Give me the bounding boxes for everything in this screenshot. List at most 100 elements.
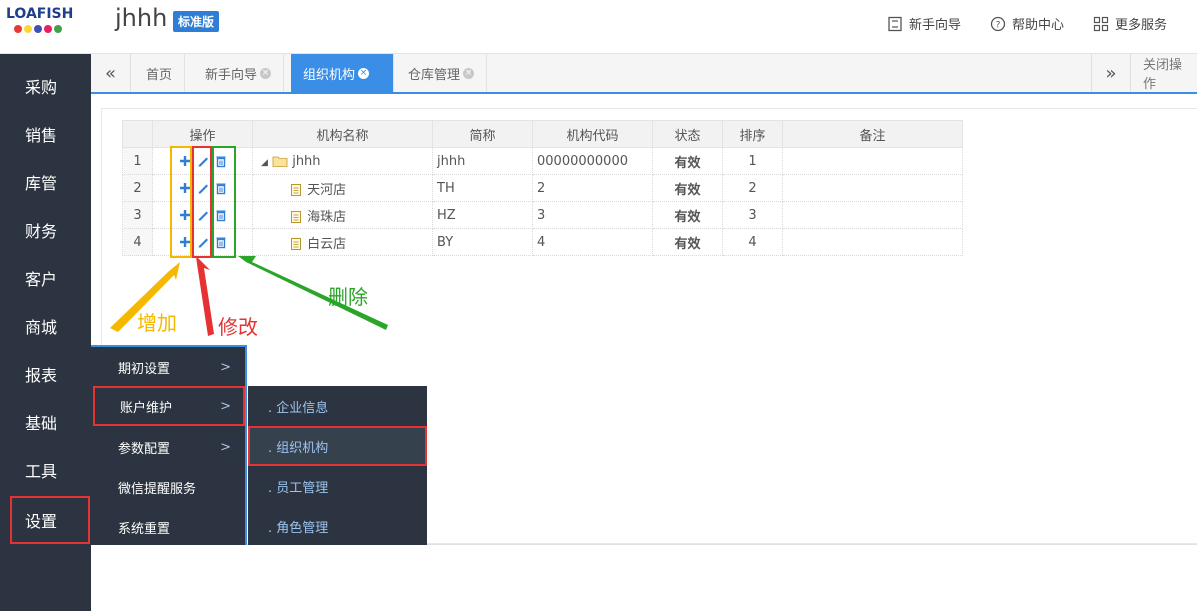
col-code[interactable]: 机构代码: [532, 120, 653, 148]
logo-dots: [6, 25, 86, 33]
tab-warehouse-label: 仓库管理: [408, 67, 461, 83]
tab-bar: « 首页 新手向导 × 组织机构 × 仓库管理 × » 关闭操作: [91, 54, 1197, 94]
status-badge: 有效: [652, 228, 723, 256]
account-submenu: . 企业信息 . 组织机构 . 员工管理 . 角色管理: [248, 386, 427, 545]
row-name: 白云店: [252, 228, 433, 256]
tab-guide[interactable]: 新手向导 ×: [193, 54, 285, 92]
menu-account-maintenance-label: 账户维护: [120, 400, 173, 416]
logo-dot: [14, 25, 22, 33]
row-number: 3: [122, 201, 153, 229]
row-name: 海珠店: [252, 201, 433, 229]
file-icon: [291, 211, 301, 223]
folder-icon: [272, 156, 288, 167]
menu-opening-setup-label: 期初设置: [118, 361, 171, 377]
close-icon[interactable]: ×: [260, 67, 272, 79]
row-name: 天河店: [252, 174, 433, 202]
tab-guide-label: 新手向导: [205, 67, 258, 83]
tree-expand-icon[interactable]: ◢: [261, 158, 268, 168]
guide-link-label: 新手向导: [909, 18, 962, 33]
guide-icon: [888, 16, 902, 31]
col-order[interactable]: 排序: [722, 120, 783, 148]
sidebar-item-mall[interactable]: 商城: [0, 302, 91, 350]
col-rownum: [122, 120, 153, 148]
delete-column-highlight: [212, 146, 236, 258]
row-order: 1: [722, 147, 783, 175]
row-short: jhhh: [432, 147, 533, 175]
sidebar-item-customer[interactable]: 客户: [0, 254, 91, 302]
tab-home[interactable]: 首页: [134, 54, 186, 92]
row-order: 3: [722, 201, 783, 229]
close-icon[interactable]: ×: [463, 67, 475, 79]
logo-dot: [44, 25, 52, 33]
row-number: 2: [122, 174, 153, 202]
close-ops-label: 关闭操作: [1143, 58, 1183, 92]
main-sidebar: 采购 销售 库管 财务 客户 商城 报表 基础 工具 设置: [0, 54, 91, 611]
submenu-staff-management[interactable]: . 员工管理: [248, 466, 427, 506]
double-chevron-left-icon: «: [104, 62, 116, 84]
submenu-role-management[interactable]: . 角色管理: [248, 506, 427, 546]
help-link-label: 帮助中心: [1012, 18, 1065, 33]
help-circle-icon: ?: [990, 16, 1006, 31]
chevron-right-icon: >: [220, 439, 231, 455]
menu-parameter-config-label: 参数配置: [118, 441, 171, 457]
table-header-row: 操作 机构名称 简称 机构代码 状态 排序 备注: [122, 120, 963, 148]
org-name: 天河店: [307, 182, 347, 198]
sidebar-item-sales[interactable]: 销售: [0, 110, 91, 158]
close-ops-button[interactable]: 关闭操作: [1131, 54, 1197, 92]
table-row[interactable]: 3 海珠店 HZ 3 有效 3: [122, 201, 963, 229]
tab-org-label: 组织机构: [303, 67, 356, 83]
svg-text:?: ?: [996, 20, 1001, 30]
row-note: [782, 228, 963, 256]
help-link[interactable]: ? 帮助中心: [990, 14, 1064, 33]
submenu-company-info[interactable]: . 企业信息: [248, 386, 427, 426]
menu-parameter-config[interactable]: 参数配置 >: [91, 427, 245, 467]
row-code: 00000000000: [532, 147, 653, 175]
col-short[interactable]: 简称: [432, 120, 533, 148]
sidebar-item-basics[interactable]: 基础: [0, 398, 91, 446]
row-number: 1: [122, 147, 153, 175]
tab-scroll-left[interactable]: «: [91, 54, 131, 92]
org-name: jhhh: [292, 153, 321, 169]
menu-opening-setup[interactable]: 期初设置 >: [91, 347, 245, 387]
table-row[interactable]: 2 天河店 TH 2 有效 2: [122, 174, 963, 202]
sidebar-item-reports[interactable]: 报表: [0, 350, 91, 398]
app-logo[interactable]: LOAFISH: [6, 6, 86, 46]
menu-account-maintenance[interactable]: 账户维护 >: [93, 386, 245, 426]
menu-wechat-reminder[interactable]: 微信提醒服务: [91, 467, 245, 507]
org-name: 海珠店: [307, 209, 347, 225]
sidebar-item-purchase[interactable]: 采购: [0, 62, 91, 110]
sidebar-item-finance[interactable]: 财务: [0, 206, 91, 254]
close-icon[interactable]: ×: [358, 67, 370, 79]
tab-org[interactable]: 组织机构 ×: [291, 54, 394, 92]
tab-scroll-right[interactable]: »: [1091, 54, 1131, 92]
sidebar-item-tools[interactable]: 工具: [0, 446, 91, 494]
edition-badge: 标准版: [173, 11, 220, 32]
status-badge: 有效: [652, 147, 723, 175]
row-code: 3: [532, 201, 653, 229]
row-code: 2: [532, 174, 653, 202]
table-row[interactable]: 4 白云店 BY 4 有效 4: [122, 228, 963, 256]
tab-home-label: 首页: [146, 67, 173, 83]
grid-icon: [1093, 16, 1109, 31]
settings-flyout-menu: 期初设置 > 账户维护 > 参数配置 > 微信提醒服务 系统重置: [91, 345, 247, 545]
col-name[interactable]: 机构名称: [252, 120, 433, 148]
status-badge: 有效: [652, 174, 723, 202]
submenu-organization[interactable]: . 组织机构: [248, 426, 427, 466]
guide-link[interactable]: 新手向导: [887, 14, 961, 33]
tab-warehouse[interactable]: 仓库管理 ×: [396, 54, 488, 92]
more-services-link[interactable]: 更多服务: [1093, 14, 1167, 33]
table-row[interactable]: 1 ◢ jhhh jhhh 00000000000 有效 1: [122, 147, 963, 175]
status-badge: 有效: [652, 201, 723, 229]
sidebar-item-inventory[interactable]: 库管: [0, 158, 91, 206]
edit-annotation-label: 修改: [218, 315, 258, 339]
chevron-right-icon: >: [220, 359, 231, 375]
sidebar-item-settings[interactable]: 设置: [10, 496, 90, 544]
add-annotation-label: 增加: [137, 311, 177, 335]
menu-system-reset[interactable]: 系统重置: [91, 507, 245, 547]
logo-dot: [24, 25, 32, 33]
col-note[interactable]: 备注: [782, 120, 963, 148]
col-status[interactable]: 状态: [652, 120, 723, 148]
org-name: 白云店: [307, 236, 347, 252]
row-short: TH: [432, 174, 533, 202]
delete-annotation-label: 删除: [328, 285, 368, 309]
